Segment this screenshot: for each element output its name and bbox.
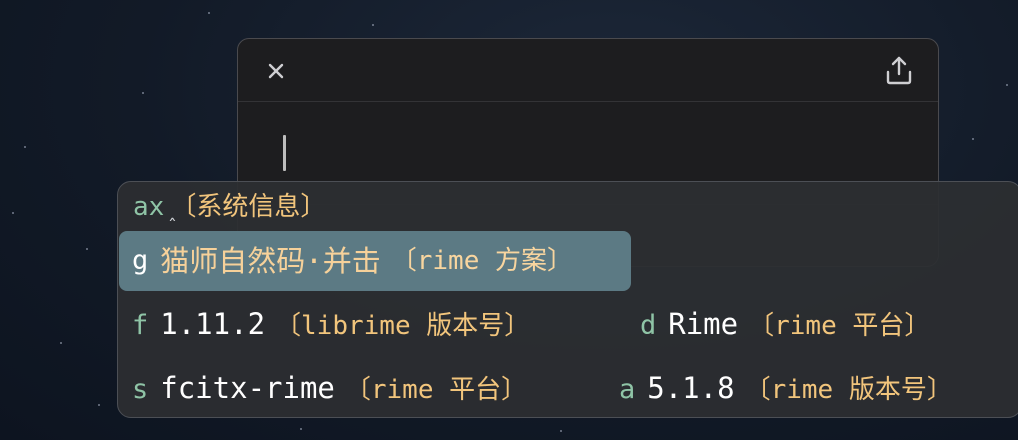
star <box>208 12 210 14</box>
close-icon <box>268 63 284 79</box>
star <box>86 248 88 250</box>
candidate-f[interactable]: f 1.11.2 〔librime 版本号〕 <box>132 304 530 346</box>
star <box>372 24 374 26</box>
star <box>1006 84 1008 86</box>
candidate-label: s <box>132 374 149 405</box>
candidate-label: d <box>640 310 657 341</box>
star <box>560 430 562 432</box>
text-caret <box>283 135 286 171</box>
star <box>60 342 62 344</box>
candidate-label: a <box>619 374 636 405</box>
candidate-text: Rime <box>668 307 739 341</box>
candidate-text: 1.11.2 <box>160 307 266 341</box>
candidate-comment: 〔rime 平台〕 <box>748 311 931 341</box>
star <box>12 212 14 214</box>
candidate-comment: 〔rime 版本号〕 <box>744 375 953 405</box>
candidate-s[interactable]: s fcitx-rime 〔rime 平台〕 <box>132 368 527 410</box>
candidate-d[interactable]: d Rime 〔rime 平台〕 <box>640 304 930 346</box>
ime-candidate-window: ax 〔系统信息〕 ˆ g 猫师自然码·并击 〔rime 方案〕 f 1.11.2… <box>117 181 1018 418</box>
share-button[interactable] <box>882 53 916 87</box>
star <box>300 428 302 430</box>
star <box>98 404 100 406</box>
candidate-comment: 〔rime 方案〕 <box>390 246 574 276</box>
star <box>24 146 26 148</box>
share-icon <box>886 56 912 85</box>
preedit-row: ax 〔系统信息〕 <box>133 189 326 225</box>
candidate-text: 5.1.8 <box>647 371 735 405</box>
candidate-label: g <box>132 245 149 276</box>
candidate-label: f <box>132 310 149 341</box>
close-button[interactable] <box>262 57 290 85</box>
candidate-text: 猫师自然码·并击 <box>160 244 381 278</box>
candidate-a[interactable]: a 5.1.8 〔rime 版本号〕 <box>619 368 953 410</box>
candidate-text: fcitx-rime <box>160 371 335 405</box>
preedit-hint: 〔系统信息〕 <box>170 192 327 222</box>
star <box>142 92 144 94</box>
star <box>972 138 974 140</box>
candidate-comment: 〔rime 平台〕 <box>344 375 528 405</box>
candidate-g-highlighted[interactable]: g 猫师自然码·并击 〔rime 方案〕 <box>119 231 631 291</box>
preedit-code: ax <box>133 192 165 222</box>
candidate-comment: 〔librime 版本号〕 <box>275 311 531 341</box>
editor-toolbar <box>238 39 938 102</box>
